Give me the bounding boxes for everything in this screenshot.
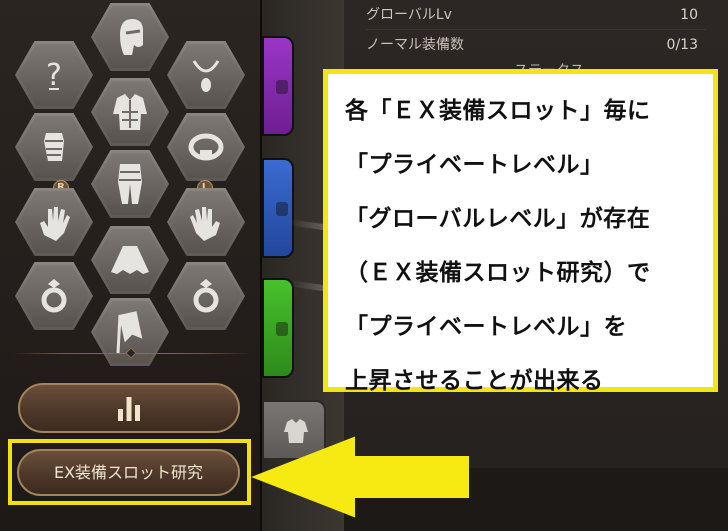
belt-slot[interactable] [167,113,245,181]
unknown-slot-icon: ? [46,58,62,93]
ring-slot-right[interactable] [15,262,93,330]
necklace-slot[interactable] [167,41,245,109]
ring-icon [193,279,219,313]
slot-armor-icon [276,322,288,336]
slot-tab-green[interactable] [262,278,294,378]
right-glove-icon [40,207,70,241]
annotation-line: 「プライベートレベル」 [345,152,604,178]
annotation-line: 「グローバルレベル」が存在 [345,206,651,232]
slot-armor-icon [276,80,288,94]
helmet-icon [120,19,144,55]
skirt-slot[interactable] [91,226,169,294]
slot-armor-icon [276,202,288,216]
pants-slot[interactable] [91,150,169,218]
panel-divider [12,347,250,359]
stats-button[interactable] [18,383,240,433]
global-level-row: グローバルLv 10 [366,2,706,30]
ring-icon [41,279,67,313]
ring-band-icon [188,133,224,161]
global-level-label: グローバルLv [366,7,452,23]
slot-tab-purple[interactable] [262,36,294,136]
annotation-line: （ＥＸ装備スロット研究）で [345,260,651,286]
bracer-slot[interactable] [15,113,93,181]
right-glove-slot[interactable] [15,188,93,256]
skirt-icon [111,246,149,274]
equipment-panel: ? R L EX装備スロット研究 [0,0,262,531]
annotation-line: 各「ＥＸ装備スロット」毎に [345,98,651,124]
bar-chart-icon [118,397,140,421]
normal-equip-row: ノーマル装備数 0/13 [366,32,706,58]
annotation-line: 「プライベートレベル」を [345,314,627,340]
highlight-frame [8,439,251,505]
normal-equip-value: 0/13 [666,37,698,53]
pointer-arrow-icon [251,436,469,518]
bracer-icon [44,133,64,161]
annotation-box: 各「ＥＸ装備スロット」毎に 「プライベートレベル」 「グローバルレベル」が存在 … [323,69,718,394]
necklace-icon [192,60,220,92]
left-glove-slot[interactable] [167,188,245,256]
svg-text:?: ? [46,58,62,93]
ring-slot-left[interactable] [167,262,245,330]
slot-tab-blue[interactable] [262,158,294,258]
global-level-value: 10 [680,7,698,23]
annotation-line: 上昇させることが出来る [345,368,604,394]
chest-armor-icon [113,94,147,130]
chest-armor-slot[interactable] [91,78,169,146]
pants-icon [118,164,142,204]
unknown-slot[interactable]: ? [15,41,93,109]
helmet-slot[interactable] [91,3,169,71]
left-glove-icon [190,207,220,241]
normal-equip-label: ノーマル装備数 [366,37,464,53]
